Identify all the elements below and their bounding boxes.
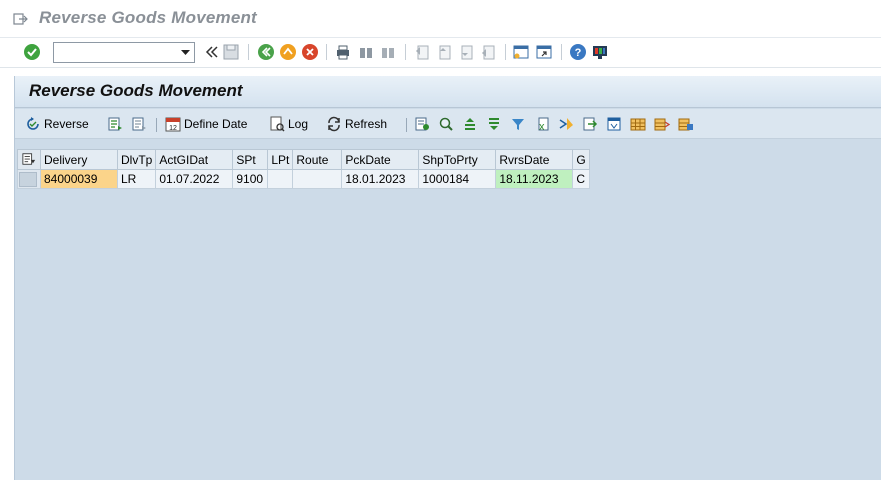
back-icon[interactable] <box>257 43 275 61</box>
alv-grid: Delivery DlvTp ActGIDat SPt LPt Route Pc… <box>17 149 590 189</box>
column-header[interactable]: Route <box>292 149 343 170</box>
cancel-icon[interactable] <box>301 43 319 61</box>
column-header[interactable]: ActGIDat <box>155 149 234 170</box>
next-page-icon[interactable] <box>457 43 475 61</box>
exit-menu-icon[interactable] <box>12 11 28 27</box>
cell-actgidat[interactable]: 01.07.2022 <box>155 169 234 189</box>
content-area: Reverse Goods Movement Reverse 12 Define… <box>14 76 881 480</box>
title-bar: Reverse Goods Movement <box>0 0 881 38</box>
save-icon[interactable] <box>222 43 240 61</box>
log-button[interactable]: Log <box>269 115 308 133</box>
settings-icon[interactable] <box>678 116 694 132</box>
calendar-icon: 12 <box>165 117 181 132</box>
cell-g[interactable]: C <box>572 169 590 189</box>
column-header[interactable]: SPt <box>232 149 269 170</box>
table-row[interactable]: 84000039 LR 01.07.2022 9100 18.01.2023 1… <box>17 169 590 189</box>
svg-text:12: 12 <box>169 125 177 132</box>
separator <box>156 118 157 132</box>
reverse-icon <box>27 117 39 130</box>
refresh-icon <box>328 116 340 132</box>
new-session-icon[interactable] <box>512 43 530 61</box>
cell-shptoprty[interactable]: 1000184 <box>418 169 497 189</box>
delivery-table: Delivery DlvTp ActGIDat SPt LPt Route Pc… <box>17 149 590 189</box>
cell-dlvtp[interactable]: LR <box>116 169 157 189</box>
help-icon[interactable]: ? <box>569 43 587 61</box>
cell-rvrsdate[interactable]: 18.11.2023 <box>495 169 574 189</box>
separator <box>505 44 506 60</box>
cell-lpt[interactable] <box>267 169 294 189</box>
define-date-button[interactable]: 12 Define Date <box>165 115 247 133</box>
column-header[interactable]: RvrsDate <box>495 149 574 170</box>
column-header[interactable]: ShpToPrty <box>418 149 497 170</box>
log-icon <box>270 116 285 132</box>
separator <box>406 118 407 132</box>
previous-page-icon[interactable] <box>435 43 453 61</box>
select-all-icon[interactable] <box>107 116 123 132</box>
customize-layout-icon[interactable] <box>591 43 609 61</box>
row-selector[interactable] <box>17 169 41 189</box>
cell-spt[interactable]: 9100 <box>232 169 269 189</box>
shortcut-icon[interactable] <box>535 43 553 61</box>
total-icon[interactable]: x <box>534 116 550 132</box>
cell-delivery[interactable]: 84000039 <box>40 169 118 189</box>
export-icon[interactable] <box>582 116 598 132</box>
separator <box>405 44 406 60</box>
log-label: Log <box>288 117 309 131</box>
layout-menu-icon[interactable] <box>22 152 36 166</box>
column-header[interactable]: PckDate <box>341 149 420 170</box>
find-next-icon[interactable] <box>379 43 397 61</box>
refresh-button[interactable]: Refresh <box>326 115 387 133</box>
layout-icon[interactable] <box>606 116 622 132</box>
row-selector-box[interactable] <box>19 171 37 187</box>
exit-icon[interactable] <box>279 43 297 61</box>
window-title: Reverse Goods Movement <box>39 8 257 27</box>
grid-view-icon[interactable] <box>630 116 646 132</box>
define-date-label: Define Date <box>184 117 248 131</box>
double-chevron-left-icon[interactable] <box>203 43 221 61</box>
separator <box>561 44 562 60</box>
search-icon[interactable] <box>438 116 454 132</box>
enter-check-icon[interactable] <box>23 43 41 61</box>
svg-text:x: x <box>539 121 545 132</box>
cell-route[interactable] <box>292 169 343 189</box>
find-icon[interactable] <box>357 43 375 61</box>
refresh-label: Refresh <box>345 117 388 131</box>
last-page-icon[interactable] <box>479 43 497 61</box>
application-toolbar: Reverse 12 Define Date Log Refresh x <box>15 109 881 139</box>
column-header[interactable]: LPt <box>267 149 294 170</box>
table-header-row: Delivery DlvTp ActGIDat SPt LPt Route Pc… <box>17 149 590 170</box>
page-title-bar: Reverse Goods Movement <box>15 76 881 108</box>
svg-text:?: ? <box>575 47 582 59</box>
sort-descending-icon[interactable] <box>486 116 502 132</box>
cell-pckdate[interactable]: 18.01.2023 <box>341 169 420 189</box>
details-icon[interactable] <box>414 116 430 132</box>
filter-icon[interactable] <box>510 116 526 132</box>
command-field[interactable] <box>53 42 195 63</box>
reverse-button[interactable]: Reverse <box>25 115 89 133</box>
separator <box>248 44 249 60</box>
first-page-icon[interactable] <box>413 43 431 61</box>
column-header[interactable]: DlvTp <box>116 149 157 170</box>
sort-ascending-icon[interactable] <box>462 116 478 132</box>
subtotal-icon[interactable] <box>558 116 574 132</box>
column-header[interactable]: Delivery <box>40 149 118 170</box>
deselect-all-icon[interactable] <box>131 116 147 132</box>
chevron-down-icon[interactable] <box>180 47 191 58</box>
reverse-label: Reverse <box>44 117 89 131</box>
print-icon[interactable] <box>334 43 352 61</box>
separator <box>326 44 327 60</box>
column-header[interactable]: G <box>572 149 590 170</box>
page-title: Reverse Goods Movement <box>29 81 243 100</box>
layout-menu-cell[interactable] <box>17 149 41 170</box>
column-view-icon[interactable] <box>654 116 670 132</box>
command-input[interactable] <box>54 43 174 62</box>
